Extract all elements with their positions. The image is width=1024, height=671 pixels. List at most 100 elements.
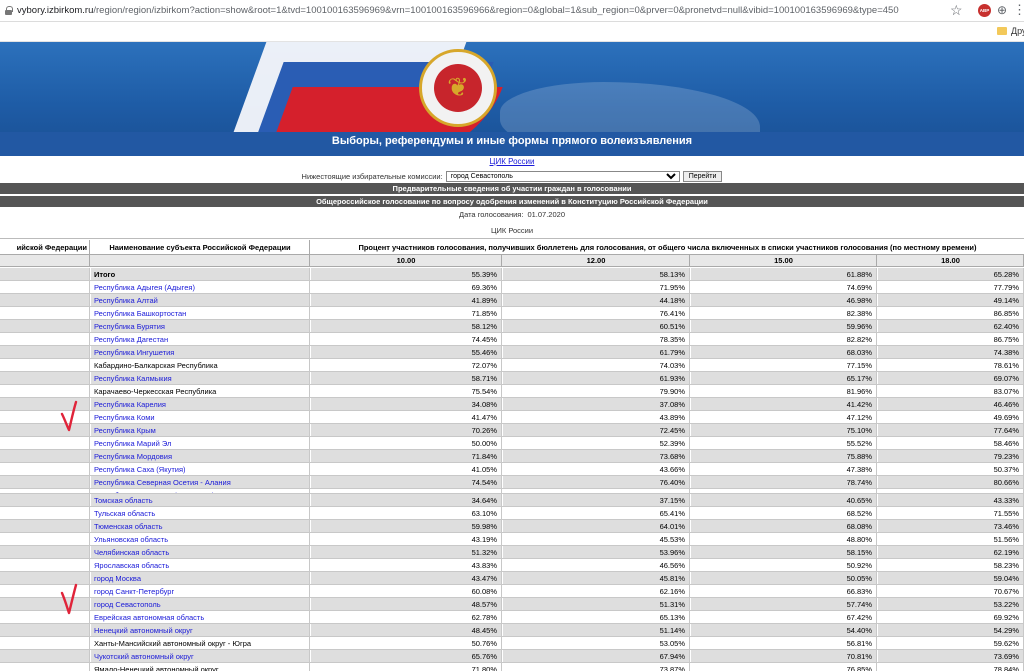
subject-link[interactable]: Республика Башкортостан [91, 307, 310, 319]
table-row: Ярославская область 43.83% 46.56% 50.92% 58.… [0, 559, 1024, 572]
cik-russia-link[interactable]: ЦИК России [0, 157, 1024, 166]
subject-link[interactable]: Ненецкий автономный округ [91, 624, 310, 636]
bookmark-folder-label[interactable]: Дру [1011, 26, 1024, 36]
percent-cell: 41.42% [691, 398, 877, 410]
percent-cell: 78.61% [878, 359, 1024, 371]
percent-cell: 68.03% [691, 346, 877, 358]
subject-link[interactable]: Республика Саха (Якутия) [91, 463, 310, 475]
table-row: Республика Дагестан 74.45% 78.35% 82.82% 86.… [0, 333, 1024, 346]
percent-cell: 40.65% [691, 494, 877, 506]
percent-cell: 73.69% [878, 650, 1024, 662]
table-row: Итого 55.39% 58.13% 61.88% 65.28% [0, 268, 1024, 281]
subject-link[interactable]: Республика Ингушетия [91, 346, 310, 358]
percent-cell: 69.92% [878, 611, 1024, 623]
percent-cell: 78.84% [878, 663, 1024, 671]
percent-cell: 34.64% [311, 494, 502, 506]
subject-link[interactable]: город Москва [91, 572, 310, 584]
subject-link[interactable]: Республика Татарстан (Татарстан) [91, 489, 310, 493]
percent-cell: 69.36% [311, 281, 502, 293]
percent-cell: 48.57% [311, 598, 502, 610]
percent-cell: 67.94% [503, 650, 690, 662]
percent-cell: 37.08% [503, 398, 690, 410]
subject-link[interactable]: Республика Крым [91, 424, 310, 436]
subject-link[interactable]: город Санкт-Петербург [91, 585, 310, 597]
percent-cell: 46.98% [691, 294, 877, 306]
subject-link[interactable]: Тюменская область [91, 520, 310, 532]
subject-link[interactable]: Ярославская область [91, 559, 310, 571]
percent-cell: 79.90% [503, 385, 690, 397]
time-header: 18.00 [878, 255, 1024, 266]
percent-cell: 54.29% [878, 624, 1024, 636]
table-row: Республика Ингушетия 55.46% 61.79% 68.03% 74… [0, 346, 1024, 359]
subject-link[interactable]: Ханты-Мансийский автономный округ - Югра [91, 637, 310, 649]
subject-link[interactable]: Кабардино-Балкарская Республика [91, 359, 310, 371]
subject-link[interactable]: Карачаево-Черкесская Республика [91, 385, 310, 397]
percent-cell: 58.12% [311, 320, 502, 332]
subject-link[interactable]: Ямало-Ненецкий автономный округ [91, 663, 310, 671]
subject-link[interactable]: Республика Мордовия [91, 450, 310, 462]
table-row: Республика Крым 70.26% 72.45% 75.10% 77.64% [0, 424, 1024, 437]
subject-link[interactable]: Республика Бурятия [91, 320, 310, 332]
subject-link[interactable]: Республика Калмыкия [91, 372, 310, 384]
lower-commissions-label: Нижестоящие избирательные комиссии: [301, 171, 443, 181]
vote-title-bar: Общероссийское голосование по вопросу од… [0, 196, 1024, 207]
subject-link[interactable]: город Севастополь [91, 598, 310, 610]
bookmark-star-icon[interactable]: ☆ [950, 2, 963, 19]
adblock-extension-icon[interactable]: ABP [978, 4, 991, 17]
percent-cell: 51.31% [503, 598, 690, 610]
subject-link[interactable]: Республика Алтай [91, 294, 310, 306]
subject-link[interactable]: Тульская область [91, 507, 310, 519]
percent-cell: 81.96% [691, 385, 877, 397]
table-row: Республика Башкортостан 71.85% 76.41% 82.38… [0, 307, 1024, 320]
percent-cell: 71.84% [311, 450, 502, 462]
percent-cell: 72.45% [503, 424, 690, 436]
bookmarks-bar: Дру [0, 22, 1024, 42]
percent-cell: 49.69% [878, 411, 1024, 423]
table-time-row: 10.00 12.00 15.00 18.00 [0, 255, 1024, 267]
subject-link[interactable]: Томская область [91, 494, 310, 506]
percent-cell: 45.81% [503, 572, 690, 584]
percent-cell: 43.83% [311, 559, 502, 571]
subject-link[interactable]: Республика Марий Эл [91, 437, 310, 449]
percent-cell: 48.45% [311, 624, 502, 636]
percent-cell: 47.12% [691, 411, 877, 423]
percent-cell: 55.46% [311, 346, 502, 358]
percent-cell: 60.51% [503, 320, 690, 332]
percent-cell: 59.04% [878, 572, 1024, 584]
subject-link[interactable]: Ульяновская область [91, 533, 310, 545]
subject-link[interactable]: Чукотский автономный округ [91, 650, 310, 662]
percent-cell: 71.95% [503, 281, 690, 293]
site-banner: ❦ Выборы, референдумы и иные формы прямо… [0, 42, 1024, 156]
table-row: Ямало-Ненецкий автономный округ 71.80% 73.… [0, 663, 1024, 671]
table-row: Чукотский автономный округ 65.76% 67.94% 70… [0, 650, 1024, 663]
lower-commissions-select[interactable]: город Севастополь [445, 170, 680, 182]
subject-link[interactable]: Еврейская автономная область [91, 611, 310, 623]
globe-icon[interactable]: ⊕ [997, 3, 1007, 17]
percent-cell: 51.14% [503, 624, 690, 636]
percent-cell: 41.05% [311, 463, 502, 475]
address-bar[interactable]: vybory.izbirkom.ru/region/region/izbirko… [0, 0, 1024, 22]
menu-dots-icon[interactable]: ⋮ [1013, 2, 1024, 18]
percent-cell: 50.05% [691, 572, 877, 584]
percent-cell: 51.56% [878, 533, 1024, 545]
table-row: Республика Алтай 41.89% 44.18% 46.98% 49.14% [0, 294, 1024, 307]
url-text[interactable]: vybory.izbirkom.ru/region/region/izbirko… [17, 5, 899, 16]
percent-cell: 65.28% [878, 268, 1024, 280]
percent-cell: 51.32% [311, 546, 502, 558]
go-button[interactable]: Перейти [682, 170, 723, 182]
percent-cell: 78.74% [691, 476, 877, 488]
subject-link[interactable]: Республика Северная Осетия - Алания [91, 476, 310, 488]
table-row: Республика Мордовия 71.84% 73.68% 75.88% 79.… [0, 450, 1024, 463]
percent-cell: 43.33% [878, 494, 1024, 506]
percent-cell: 41.89% [311, 294, 502, 306]
subject-link[interactable]: Республика Коми [91, 411, 310, 423]
percent-cell: 54.40% [691, 624, 877, 636]
subject-link[interactable]: Челябинская область [91, 546, 310, 558]
prelim-info-bar: Предварительные сведения об участии граж… [0, 183, 1024, 194]
subject-link[interactable]: Республика Дагестан [91, 333, 310, 345]
subject-link[interactable]: Республика Адыгея (Адыгея) [91, 281, 310, 293]
subject-link[interactable]: Республика Карелия [91, 398, 310, 410]
percent-cell: 62.19% [878, 546, 1024, 558]
table-row: Еврейская автономная область 62.78% 65.13%… [0, 611, 1024, 624]
percent-cell: 71.55% [878, 507, 1024, 519]
